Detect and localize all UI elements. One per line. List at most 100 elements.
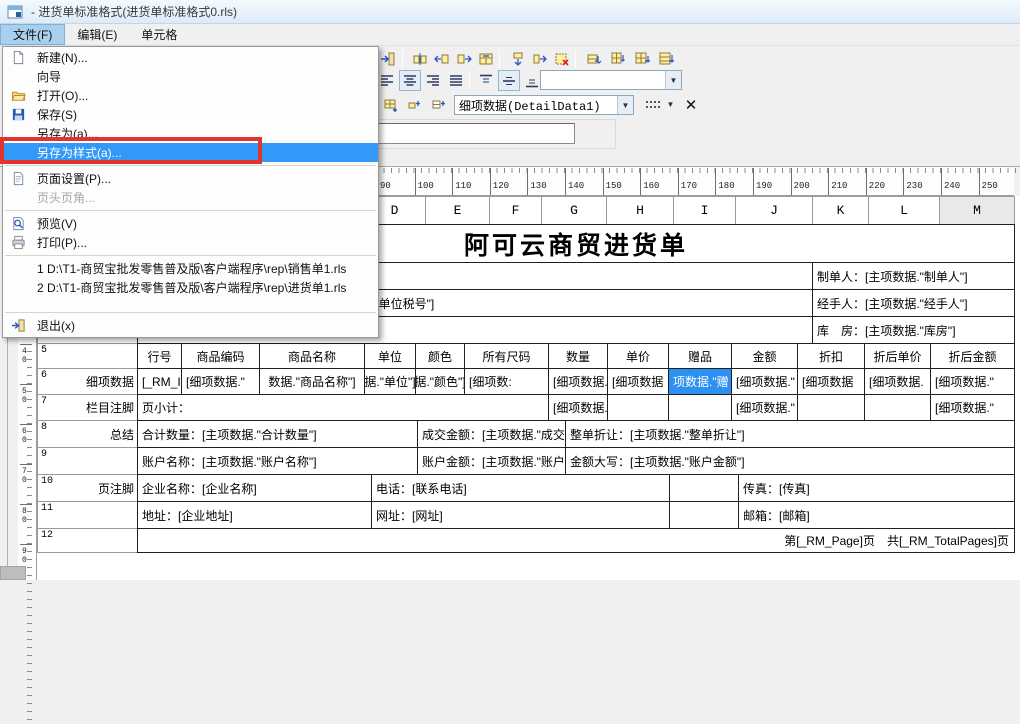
column-header-e[interactable]: E: [425, 196, 490, 225]
cell-website[interactable]: 网址：[网址]: [371, 501, 670, 529]
hdr-qty[interactable]: 数量: [548, 343, 608, 369]
detail-cell[interactable]: [细项数据.": [731, 368, 798, 395]
cell-account-amount[interactable]: 账户金额：[主项数据."账户金: [417, 447, 566, 475]
merge-right-icon[interactable]: [583, 48, 605, 69]
row-header-9[interactable]: 9: [37, 447, 138, 475]
cell-page-number[interactable]: 第[_RM_Page]页 共[_RM_TotalPages]页: [137, 528, 1015, 553]
hdr-name[interactable]: 商品名称: [259, 343, 365, 369]
cell-amount-words[interactable]: 金额大写：[主项数据."账户金额"]: [565, 447, 1015, 475]
footer-cell[interactable]: [797, 394, 865, 421]
object-combo[interactable]: 细项数据(DetailData1) ▼: [454, 95, 634, 115]
column-header-j[interactable]: J: [735, 196, 813, 225]
column-header-k[interactable]: K: [812, 196, 869, 225]
detail-cell[interactable]: [细项数:: [464, 368, 549, 395]
detail-cell[interactable]: [细项数据.": [930, 368, 1015, 395]
cell-deal-amount[interactable]: 成交金额：[主项数据."成交金: [417, 420, 566, 448]
hdr-color[interactable]: 颜色: [415, 343, 465, 369]
align-left-icon[interactable]: [376, 70, 398, 91]
row-header-11[interactable]: 11: [37, 501, 138, 529]
menu-item-recent-1[interactable]: 1 D:\T1-商贸宝批发零售普及版\客户端程序\rep\销售单1.rls: [3, 259, 378, 278]
merge-down-icon[interactable]: [607, 48, 629, 69]
detail-cell[interactable]: [细项数据.": [181, 368, 260, 395]
add-subgrid-icon[interactable]: [404, 94, 426, 115]
valign-middle-icon[interactable]: [498, 70, 520, 91]
border-style-button[interactable]: ▼: [642, 94, 676, 115]
detail-cell[interactable]: [细项数据.: [548, 368, 608, 395]
split-cells-icon[interactable]: [409, 48, 431, 69]
menu-edit[interactable]: 编辑(E): [65, 24, 129, 45]
detail-cell[interactable]: 据."单位"]: [364, 368, 416, 395]
append-col-icon[interactable]: [529, 48, 551, 69]
menu-item-save[interactable]: 保存(S): [3, 105, 378, 124]
cell-maker[interactable]: 制单人：[主项数据."制单人"]: [812, 262, 1015, 290]
hdr-unit[interactable]: 单位: [364, 343, 416, 369]
header-cell-icon[interactable]: [475, 48, 497, 69]
row-header-5[interactable]: 5: [37, 343, 138, 369]
column-header-m[interactable]: M: [939, 196, 1015, 225]
align-justify-icon[interactable]: [445, 70, 467, 91]
hdr-sizes[interactable]: 所有尺码: [464, 343, 549, 369]
footer-cell[interactable]: [668, 394, 732, 421]
menu-item-wizard[interactable]: 向导: [3, 67, 378, 86]
hdr-amount[interactable]: 金额: [731, 343, 798, 369]
row-header-8[interactable]: 8总结: [37, 420, 138, 448]
detail-cell[interactable]: [细项数据: [797, 368, 865, 395]
detail-cell[interactable]: 数据."商品名称"]: [259, 368, 365, 395]
hdr-discount[interactable]: 折扣: [797, 343, 865, 369]
door-arrow-icon[interactable]: [377, 48, 399, 69]
cell-email[interactable]: 邮箱：[邮箱]: [738, 501, 1015, 529]
cell-account-name[interactable]: 账户名称：[主项数据."账户名称"]: [137, 447, 418, 475]
cell-page-subtotal[interactable]: 页小计：: [137, 394, 549, 421]
menu-file[interactable]: 文件(F): [0, 24, 65, 45]
chevron-down-icon[interactable]: ▼: [617, 96, 633, 114]
hdr-gift[interactable]: 赠品: [668, 343, 732, 369]
column-header-h[interactable]: H: [606, 196, 674, 225]
cell-warehouse[interactable]: 库 房：[主项数据."库房"]: [812, 316, 1015, 344]
cell-empty[interactable]: [669, 501, 739, 529]
cell-address[interactable]: 地址：[企业地址]: [137, 501, 372, 529]
cell-empty[interactable]: [669, 474, 739, 502]
menu-cell[interactable]: 单元格: [129, 24, 189, 45]
footer-cell[interactable]: [607, 394, 669, 421]
cell-whole-discount[interactable]: 整单折让：[主项数据."整单折让"]: [565, 420, 1015, 448]
detail-cell[interactable]: 据."颜色"]: [415, 368, 465, 395]
row-header-12[interactable]: 12: [37, 528, 138, 553]
row-header-7[interactable]: 7栏目注脚: [37, 394, 138, 421]
cell-phone[interactable]: 电话：[联系电话]: [371, 474, 670, 502]
row-header-10[interactable]: 10页注脚: [37, 474, 138, 502]
add-detail-grid-icon[interactable]: [380, 94, 402, 115]
column-header-g[interactable]: G: [541, 196, 607, 225]
cell-company[interactable]: 企业名称：[企业名称]: [137, 474, 372, 502]
menu-item-preview[interactable]: 预览(V): [3, 214, 378, 233]
merge-all-icon[interactable]: [655, 48, 677, 69]
footer-cell[interactable]: [864, 394, 931, 421]
valign-top-icon[interactable]: [475, 70, 497, 91]
footer-cell[interactable]: [细项数据.": [930, 394, 1015, 421]
footer-cell[interactable]: [细项数据.: [548, 394, 608, 421]
menu-item-page-setup[interactable]: 页面设置(P)...: [3, 169, 378, 188]
menu-item-open[interactable]: 打开(O)...: [3, 86, 378, 105]
delete-cells-icon[interactable]: [551, 48, 573, 69]
detail-cell[interactable]: [细项数据.: [864, 368, 931, 395]
menu-item-print[interactable]: 打印(P)...: [3, 233, 378, 252]
column-header-i[interactable]: I: [673, 196, 736, 225]
add-group-icon[interactable]: [428, 94, 450, 115]
delete-object-button[interactable]: ✕: [680, 94, 702, 115]
detail-cell[interactable]: [_RM_I: [137, 368, 182, 395]
menu-item-exit[interactable]: 退出(x): [3, 316, 378, 335]
chevron-down-icon[interactable]: ▼: [665, 71, 681, 89]
align-center-icon[interactable]: [399, 70, 421, 91]
menu-item-new[interactable]: 新建(N)...: [3, 48, 378, 67]
hdr-rowno[interactable]: 行号: [137, 343, 182, 369]
font-combo[interactable]: ▼: [540, 70, 682, 90]
detail-cell-selected[interactable]: 项数据."赠: [668, 368, 732, 395]
menu-item-recent-2[interactable]: 2 D:\T1-商贸宝批发零售普及版\客户端程序\rep\进货单1.rls: [3, 278, 378, 297]
insert-col-left-icon[interactable]: [431, 48, 453, 69]
merge-grid-icon[interactable]: [631, 48, 653, 69]
insert-row-below-icon[interactable]: [507, 48, 529, 69]
cell-handler[interactable]: 经手人：[主项数据."经手人"]: [812, 289, 1015, 317]
align-right-icon[interactable]: [422, 70, 444, 91]
hdr-disc-price[interactable]: 折后单价: [864, 343, 931, 369]
column-header-f[interactable]: F: [489, 196, 542, 225]
hdr-price[interactable]: 单价: [607, 343, 669, 369]
